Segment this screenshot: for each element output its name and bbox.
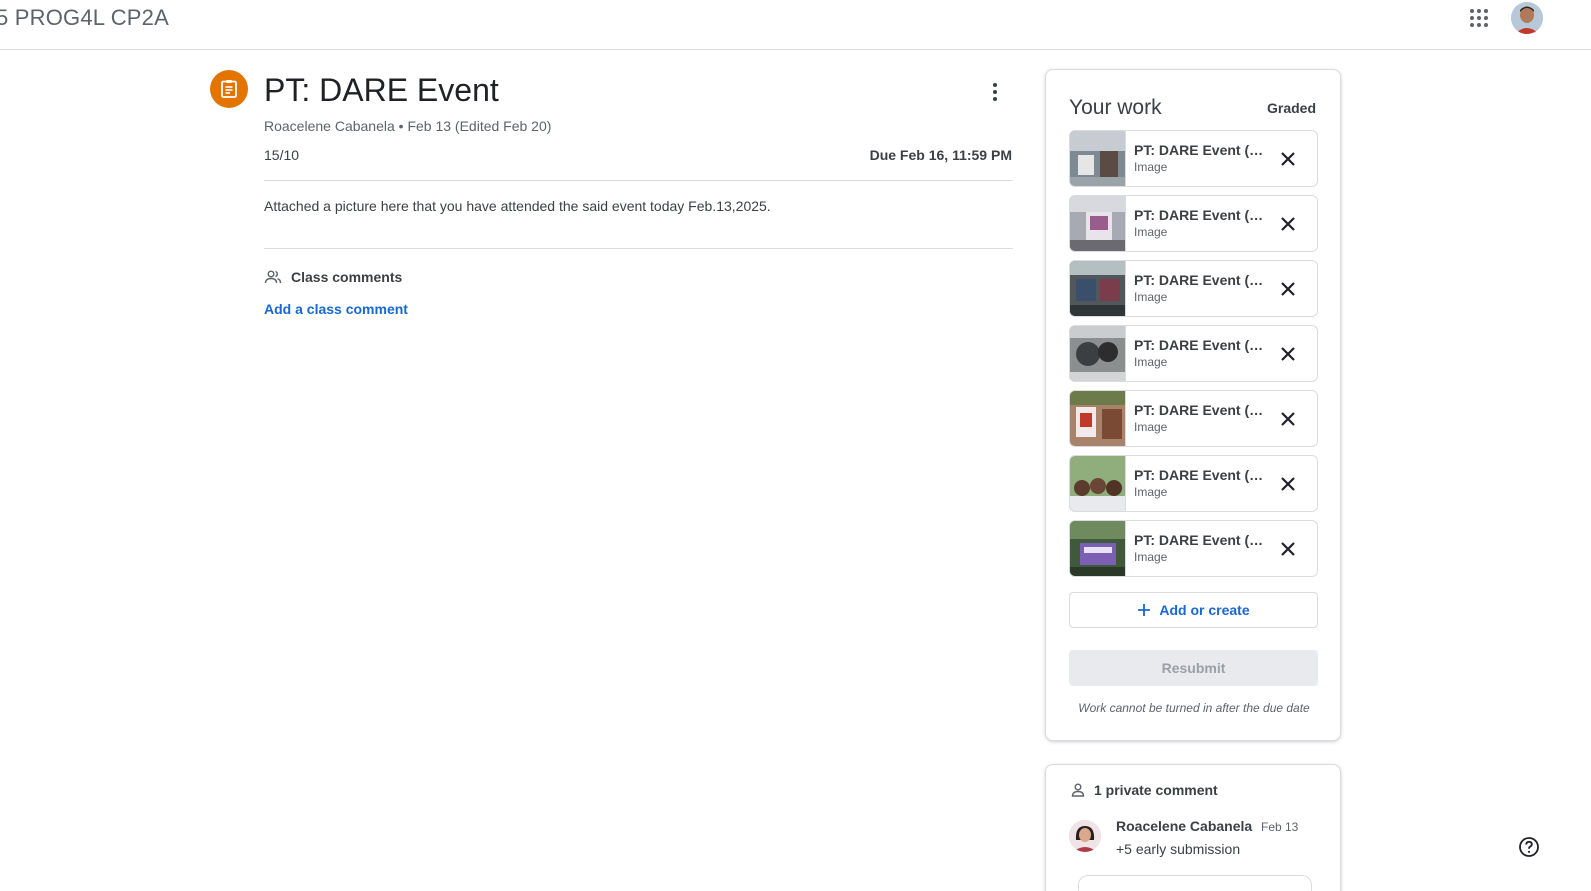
add-or-create-button[interactable]: Add or create — [1069, 592, 1318, 628]
attachment-name: PT: DARE Event (1... — [1134, 207, 1268, 223]
image-thumbnail — [1070, 261, 1126, 316]
private-comments-card: 1 private comment Roacelene Cabanela Feb… — [1045, 764, 1341, 891]
remove-attachment-icon[interactable] — [1277, 343, 1299, 365]
class-comments-label: Class comments — [291, 269, 403, 285]
class-title[interactable]: 5 PROG4L CP2A — [0, 5, 169, 31]
remove-attachment-icon[interactable] — [1277, 538, 1299, 560]
assignment-icon — [210, 70, 248, 108]
your-work-title: Your work — [1069, 96, 1162, 119]
person-icon — [1071, 783, 1085, 797]
avatar — [1069, 820, 1101, 852]
comment-author: Roacelene Cabanela — [1116, 818, 1253, 834]
attachment-type: Image — [1134, 550, 1168, 564]
attachment-type: Image — [1134, 160, 1168, 174]
divider — [264, 180, 1013, 181]
private-comments-count: 1 private comment — [1094, 782, 1218, 798]
comment-date: Feb 13 — [1261, 820, 1299, 834]
apps-grid-icon[interactable] — [1470, 9, 1488, 27]
attachment-type: Image — [1134, 225, 1168, 239]
remove-attachment-icon[interactable] — [1277, 408, 1299, 430]
late-submission-note: Work cannot be turned in after the due d… — [1078, 701, 1310, 715]
attachment-item[interactable]: PT: DARE Event (1... Image — [1069, 520, 1318, 577]
attachment-name: PT: DARE Event (1... — [1134, 142, 1268, 158]
assignment-instructions: Attached a picture here that you have at… — [264, 198, 771, 214]
remove-attachment-icon[interactable] — [1277, 148, 1299, 170]
attachment-name: PT: DARE Event (1... — [1134, 337, 1268, 353]
due-date: Due Feb 16, 11:59 PM — [869, 147, 1012, 163]
image-thumbnail — [1070, 326, 1126, 381]
attachment-item[interactable]: PT: DARE Event (1... Image — [1069, 260, 1318, 317]
work-status-badge: Graded — [1266, 100, 1316, 116]
assignment-points: 15/10 — [264, 147, 300, 163]
attachment-item[interactable]: PT: DARE Event (1... Image — [1069, 325, 1318, 382]
remove-attachment-icon[interactable] — [1277, 473, 1299, 495]
add-class-comment-link[interactable]: Add a class comment — [264, 301, 408, 317]
assignment-meta: Roacelene Cabanela • Feb 13 (Edited Feb … — [264, 118, 552, 134]
more-options-icon[interactable] — [984, 80, 1006, 104]
image-thumbnail — [1070, 456, 1126, 511]
add-or-create-label: Add or create — [1159, 602, 1250, 618]
remove-attachment-icon[interactable] — [1277, 213, 1299, 235]
image-thumbnail — [1070, 196, 1126, 251]
image-thumbnail — [1070, 391, 1126, 446]
page-title: PT: DARE Event — [264, 72, 499, 108]
account-avatar[interactable] — [1511, 2, 1543, 34]
resubmit-button[interactable]: Resubmit — [1069, 650, 1318, 686]
help-icon[interactable] — [1518, 836, 1540, 858]
private-comments-header: 1 private comment — [1070, 782, 1218, 798]
class-comments-header: Class comments — [264, 268, 402, 286]
comment-text: +5 early submission — [1116, 841, 1241, 857]
attachment-name: PT: DARE Event (1... — [1134, 467, 1268, 483]
divider — [264, 248, 1013, 249]
attachment-item[interactable]: PT: DARE Event (1... Image — [1069, 130, 1318, 187]
image-thumbnail — [1070, 521, 1126, 576]
attachment-item[interactable]: PT: DARE Event (1... Image — [1069, 455, 1318, 512]
your-work-card: Your work Graded PT: DARE Event (1... Im… — [1045, 69, 1341, 741]
attachment-type: Image — [1134, 485, 1168, 499]
attachment-type: Image — [1134, 420, 1168, 434]
people-icon — [264, 270, 282, 284]
attachment-type: Image — [1134, 355, 1168, 369]
plus-icon — [1138, 604, 1151, 616]
attachment-item[interactable]: PT: DARE Event (1... Image — [1069, 195, 1318, 252]
remove-attachment-icon[interactable] — [1277, 278, 1299, 300]
attachment-name: PT: DARE Event (1... — [1134, 402, 1268, 418]
attachment-name: PT: DARE Event (1... — [1134, 532, 1268, 548]
attachment-name: PT: DARE Event (1... — [1134, 272, 1268, 288]
image-thumbnail — [1070, 131, 1126, 186]
top-bar: 5 PROG4L CP2A — [0, 0, 1591, 50]
attachment-item[interactable]: PT: DARE Event (1... Image — [1069, 390, 1318, 447]
private-comment-input[interactable] — [1078, 875, 1312, 891]
attachment-type: Image — [1134, 290, 1168, 304]
